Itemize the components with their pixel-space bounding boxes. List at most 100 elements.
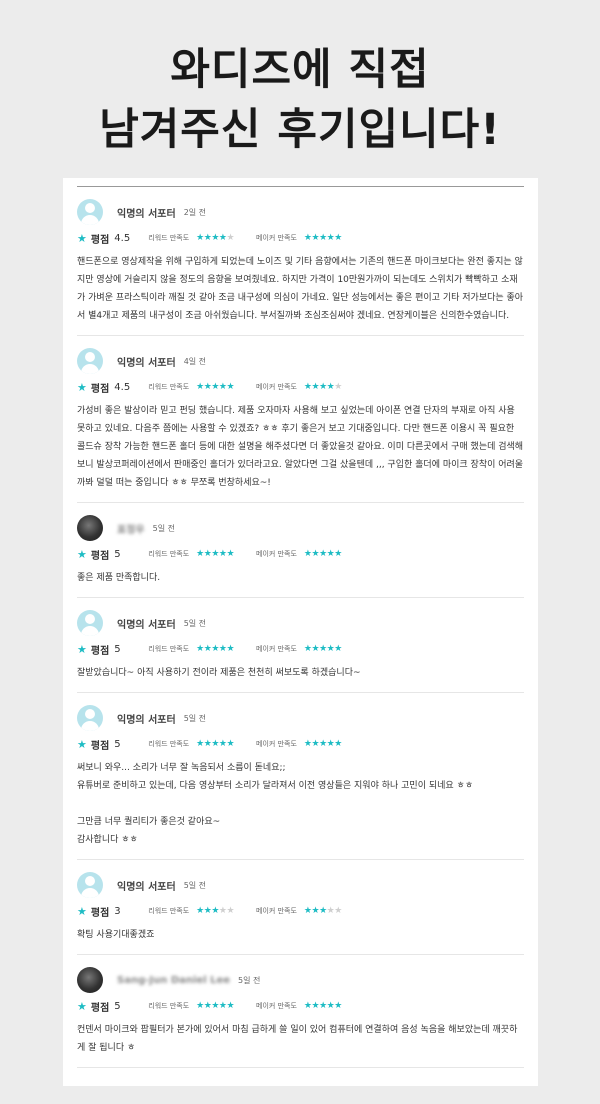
review-text: 써보니 와우... 소리가 너무 잘 녹음되서 소름이 돋네요;; 유튜버로 준… xyxy=(77,759,524,849)
reward-satisfaction-label: 리워드 만족도 xyxy=(148,1002,190,1010)
avatar-head-shape xyxy=(85,614,95,624)
maker-satisfaction-label: 메이커 만족도 xyxy=(256,234,297,242)
star-filled-icon: ★ xyxy=(196,1001,204,1011)
review-paragraph: 가성비 좋은 발상이라 믿고 펀딩 했습니다. 제품 오자마자 사용해 보고 싶… xyxy=(77,406,524,488)
avatar xyxy=(77,515,103,541)
review-date: 5일 전 xyxy=(183,713,207,723)
star-empty-icon: ★ xyxy=(334,382,342,392)
star-filled-icon: ★ xyxy=(311,906,320,916)
review-date: 5일 전 xyxy=(238,975,261,985)
score-value: 4.5 xyxy=(114,381,131,393)
avatar xyxy=(77,610,103,636)
maker-stars: ★★★★★ xyxy=(304,739,342,749)
star-filled-icon: ★ xyxy=(311,549,320,559)
reward-satisfaction-label: 리워드 만족도 xyxy=(148,645,190,653)
review-text: 핸드폰으로 영상제작을 위해 구입하게 되었는데 노이즈 및 기타 음향에서는 … xyxy=(77,253,524,325)
star-filled-icon: ★ xyxy=(311,382,320,392)
score-label: 평점 xyxy=(90,1002,110,1014)
maker-stars: ★★★★★ xyxy=(304,1001,342,1011)
star-icon: ★ xyxy=(77,737,87,751)
maker-satisfaction-label: 메이커 만족도 xyxy=(256,383,297,391)
maker-satisfaction-label: 메이커 만족도 xyxy=(256,645,297,653)
review-text: 가성비 좋은 발상이라 믿고 펀딩 했습니다. 제품 오자마자 사용해 보고 싶… xyxy=(77,402,524,492)
review-paragraph: 써보니 와우... 소리가 너무 잘 녹음되서 소름이 돋네요;; 유튜버로 준… xyxy=(77,763,474,845)
review-text: 잘받았습니다~ 아직 사용하기 전이라 제품은 천천히 써보도록 하겠습니다~ xyxy=(77,664,524,682)
star-filled-icon: ★ xyxy=(211,739,219,749)
avatar-head-shape xyxy=(85,352,95,362)
maker-satisfaction-label: 메이커 만족도 xyxy=(256,907,297,915)
reviewer-name: Sang-Jun Daniel Lee xyxy=(117,974,231,986)
maker-stars: ★★★★★ xyxy=(304,644,342,654)
star-filled-icon: ★ xyxy=(196,739,204,749)
star-empty-icon: ★ xyxy=(226,233,235,243)
review-item: Sang-Jun Daniel Lee 5일 전 ★ 평점 5 리워드 만족도 ★★★★★ 메… xyxy=(77,967,524,1068)
avatar-head-shape xyxy=(85,876,95,886)
divider xyxy=(77,186,524,187)
rating-row: ★ 평점 5 리워드 만족도 ★★★★★ 메이커 만족도 ★★★★★ xyxy=(77,547,524,562)
maker-stars: ★★★★★ xyxy=(304,233,342,243)
review-list: 익명의 서포터 2일 전 ★ 평점 4.5 리워드 만족도 ★★★★★ 메이커 만족도 ★★★★… xyxy=(77,199,524,1068)
score-label: 평점 xyxy=(90,740,110,752)
star-icon: ★ xyxy=(77,231,87,245)
star-filled-icon: ★ xyxy=(311,644,320,654)
review-date: 5일 전 xyxy=(152,523,175,533)
rating-row: ★ 평점 4.5 리워드 만족도 ★★★★★ 메이커 만족도 ★★★★★ xyxy=(77,380,524,395)
review-item: 익명의 서포터 5일 전 ★ 평점 3 리워드 만족도 ★★★★★ 메이커 만족도 ★★★★★ 확… xyxy=(77,872,524,955)
review-header: Sang-Jun Daniel Lee 5일 전 xyxy=(77,967,524,993)
reward-stars: ★★★★★ xyxy=(196,644,234,654)
star-filled-icon: ★ xyxy=(334,233,342,243)
star-filled-icon: ★ xyxy=(319,382,327,392)
review-paragraph: 핸드폰으로 영상제작을 위해 구입하게 되었는데 노이즈 및 기타 음향에서는 … xyxy=(77,257,524,321)
reviewer-name: 익명의 서포터 xyxy=(117,208,176,220)
star-filled-icon: ★ xyxy=(226,739,235,749)
review-header: 익명의 서포터 4일 전 xyxy=(77,348,524,374)
star-filled-icon: ★ xyxy=(311,1001,320,1011)
score-value: 5 xyxy=(114,1000,121,1012)
review-date: 2일 전 xyxy=(183,207,207,217)
review-item: 익명의 서포터 5일 전 ★ 평점 5 리워드 만족도 ★★★★★ 메이커 만족도 ★★★★★ 잘… xyxy=(77,610,524,693)
star-filled-icon: ★ xyxy=(196,906,204,916)
reward-stars: ★★★★★ xyxy=(196,549,234,559)
rating-row: ★ 평점 5 리워드 만족도 ★★★★★ 메이커 만족도 ★★★★★ xyxy=(77,737,524,752)
avatar xyxy=(77,199,103,225)
star-filled-icon: ★ xyxy=(226,644,235,654)
star-filled-icon: ★ xyxy=(334,739,342,749)
star-filled-icon: ★ xyxy=(303,739,312,749)
review-header: 표정우 5일 전 xyxy=(77,515,524,541)
reward-satisfaction-label: 리워드 만족도 xyxy=(148,383,190,391)
score-value: 5 xyxy=(114,643,121,655)
avatar-body-shape xyxy=(81,888,99,898)
maker-satisfaction-label: 메이커 만족도 xyxy=(256,740,297,748)
reviews-card: 익명의 서포터 2일 전 ★ 평점 4.5 리워드 만족도 ★★★★★ 메이커 만족도 ★★★★… xyxy=(63,178,538,1086)
star-filled-icon: ★ xyxy=(303,382,312,392)
star-filled-icon: ★ xyxy=(196,644,204,654)
review-item: 표정우 5일 전 ★ 평점 5 리워드 만족도 ★★★★★ 메이커 만족도 ★★★★★ 좋은 제품… xyxy=(77,515,524,598)
score-label: 평점 xyxy=(90,907,110,919)
maker-stars: ★★★★★ xyxy=(304,549,342,559)
score-label: 평점 xyxy=(90,383,110,395)
avatar-body-shape xyxy=(81,626,99,636)
avatar-head-shape xyxy=(85,203,95,213)
reward-satisfaction-label: 리워드 만족도 xyxy=(148,234,190,242)
star-filled-icon: ★ xyxy=(303,906,312,916)
star-filled-icon: ★ xyxy=(226,382,235,392)
avatar-head-shape xyxy=(85,709,95,719)
reviewer-name: 익명의 서포터 xyxy=(117,881,176,893)
star-filled-icon: ★ xyxy=(319,233,327,243)
rating-row: ★ 평점 4.5 리워드 만족도 ★★★★★ 메이커 만족도 ★★★★★ xyxy=(77,231,524,246)
review-paragraph: 잘받았습니다~ 아직 사용하기 전이라 제품은 천천히 써보도록 하겠습니다~ xyxy=(77,668,361,678)
review-text: 좋은 제품 만족합니다. xyxy=(77,569,524,587)
star-icon: ★ xyxy=(77,904,87,918)
star-empty-icon: ★ xyxy=(334,906,342,916)
reward-stars: ★★★★★ xyxy=(196,233,234,243)
review-item: 익명의 서포터 5일 전 ★ 평점 5 리워드 만족도 ★★★★★ 메이커 만족도 ★★★★★ 써… xyxy=(77,705,524,860)
star-filled-icon: ★ xyxy=(211,906,219,916)
review-header: 익명의 서포터 5일 전 xyxy=(77,705,524,731)
review-date: 5일 전 xyxy=(183,880,207,890)
headline-line-2: 남겨주신 후기입니다! xyxy=(99,105,501,155)
avatar-body-shape xyxy=(81,721,99,731)
reviewer-name: 익명의 서포터 xyxy=(117,714,176,726)
reward-stars: ★★★★★ xyxy=(196,1001,234,1011)
rating-row: ★ 평점 5 리워드 만족도 ★★★★★ 메이커 만족도 ★★★★★ xyxy=(77,999,524,1014)
star-filled-icon: ★ xyxy=(334,644,342,654)
